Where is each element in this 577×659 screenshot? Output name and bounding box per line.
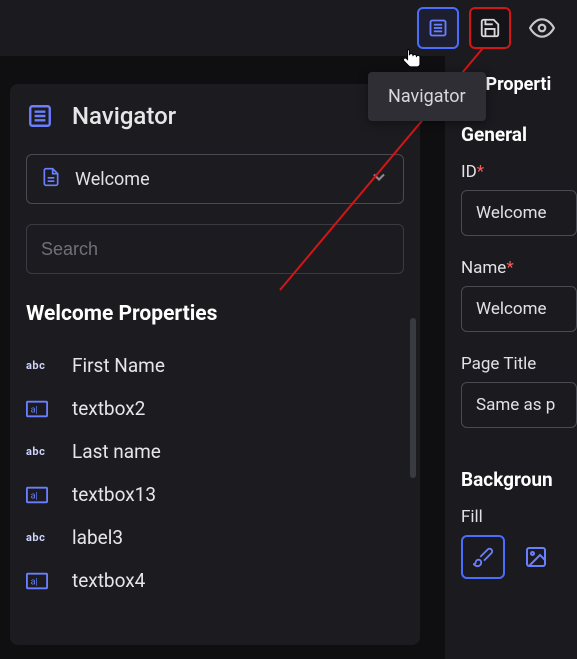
textbox-icon: a| — [26, 400, 54, 418]
fill-label: Fill — [461, 507, 577, 527]
page-dropdown[interactable]: Welcome — [26, 154, 404, 204]
search-input[interactable] — [41, 239, 389, 260]
list-item-label: First Name — [72, 354, 165, 377]
preview-button[interactable] — [521, 7, 563, 49]
chevron-down-icon — [369, 167, 389, 191]
list-item-label: label3 — [72, 526, 123, 549]
fill-controls — [461, 535, 577, 579]
navigator-header: Navigator — [26, 102, 404, 130]
fill-image-button[interactable] — [517, 541, 555, 573]
textbox-icon: a| — [26, 486, 54, 504]
eye-icon — [529, 15, 555, 41]
tooltip: Navigator — [368, 72, 486, 121]
page-icon — [41, 167, 61, 191]
save-button[interactable] — [469, 7, 511, 49]
id-label: ID* — [461, 162, 577, 182]
fill-brush-button[interactable] — [461, 535, 505, 579]
search-field[interactable] — [26, 224, 404, 274]
image-icon — [522, 545, 550, 569]
tooltip-text: Navigator — [388, 86, 466, 107]
page-dropdown-label: Welcome — [75, 169, 355, 190]
properties-panel: ge Properti General ID* Welcome Name* We… — [445, 56, 577, 659]
list-item[interactable]: abc label3 — [26, 516, 404, 559]
section-title: Welcome Properties — [26, 302, 404, 326]
id-field[interactable]: Welcome — [461, 190, 577, 236]
list-item-label: Last name — [72, 440, 161, 463]
property-list: abc First Name a| textbox2 abc Last name a| tex… — [26, 344, 404, 602]
cursor-pointer-icon — [398, 44, 426, 78]
scrollbar-thumb[interactable] — [410, 318, 416, 478]
list-icon — [26, 102, 54, 130]
page-title-label: Page Title — [461, 354, 577, 374]
top-toolbar — [0, 0, 577, 56]
brush-icon — [472, 546, 494, 568]
page-title-field[interactable]: Same as p — [461, 382, 577, 428]
navigator-panel: Navigator Welcome Welcome Properties abc… — [10, 84, 420, 645]
svg-text:a|: a| — [31, 405, 38, 415]
name-label: Name* — [461, 258, 577, 278]
list-item[interactable]: abc Last name — [26, 430, 404, 473]
label-icon: abc — [26, 445, 54, 458]
list-item-label: textbox2 — [72, 397, 145, 420]
list-icon — [428, 18, 448, 38]
list-item[interactable]: a| textbox4 — [26, 559, 404, 602]
list-item-label: textbox4 — [72, 569, 145, 592]
textbox-icon: a| — [26, 572, 54, 590]
navigator-title: Navigator — [72, 102, 176, 130]
section-background-title: Backgroun — [461, 468, 577, 491]
section-general-title: General — [461, 123, 577, 146]
name-field[interactable]: Welcome — [461, 286, 577, 332]
list-item-label: textbox13 — [72, 483, 156, 506]
svg-text:a|: a| — [31, 577, 38, 587]
svg-text:a|: a| — [31, 491, 38, 501]
main-area: Navigator Welcome Welcome Properties abc… — [0, 56, 430, 659]
label-icon: abc — [26, 359, 54, 372]
list-item[interactable]: a| textbox13 — [26, 473, 404, 516]
list-item[interactable]: abc First Name — [26, 344, 404, 387]
list-item[interactable]: a| textbox2 — [26, 387, 404, 430]
label-icon: abc — [26, 531, 54, 544]
navigator-toggle-button[interactable] — [417, 7, 459, 49]
save-icon — [479, 17, 501, 39]
